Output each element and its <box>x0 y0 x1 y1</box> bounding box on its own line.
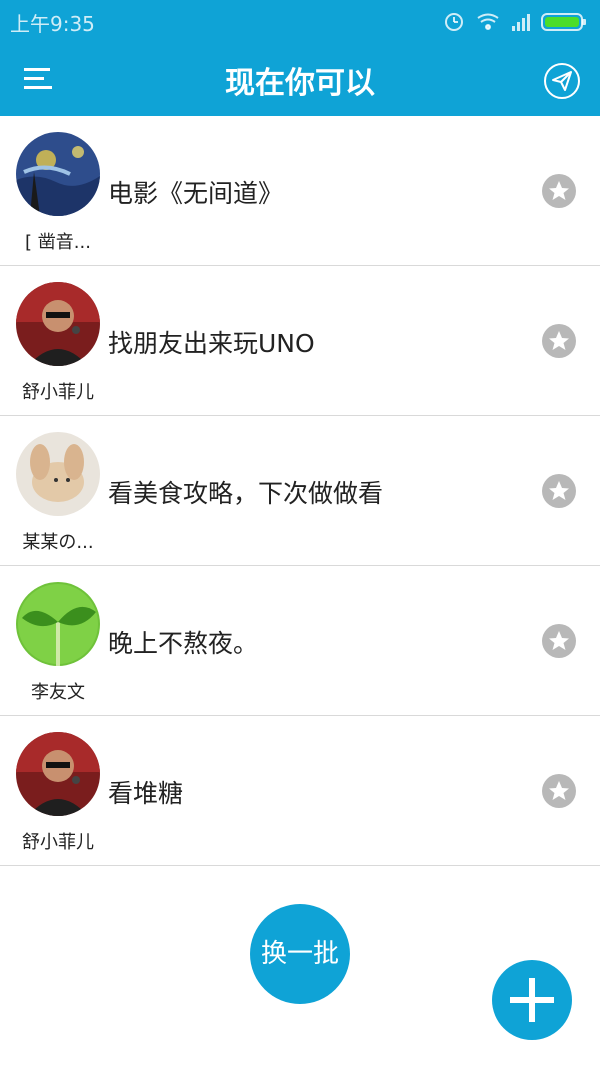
list-item[interactable]: [ 凿音... 电影《无间道》 <box>0 116 600 266</box>
user-name: 舒小菲儿 <box>22 832 94 853</box>
list-item[interactable]: 李友文 晚上不熬夜。 <box>0 566 600 716</box>
starry-night-avatar[interactable] <box>16 132 100 216</box>
wifi-icon <box>477 13 499 30</box>
star-icon <box>549 781 569 800</box>
status-bar: 上午9:35 <box>0 0 600 40</box>
activity-text: 看美食攻略，下次做做看 <box>108 479 384 508</box>
list-item[interactable]: 舒小菲儿 看堆糖 <box>0 716 600 866</box>
status-time: 上午9:35 <box>10 12 95 36</box>
status-icons <box>440 8 590 34</box>
signal-icon <box>512 14 530 31</box>
refresh-batch-button[interactable]: 换一批 <box>250 904 350 1004</box>
favorite-button[interactable] <box>542 624 576 658</box>
sprout-avatar[interactable] <box>16 582 100 666</box>
user-name: 某某の... <box>22 532 94 553</box>
activity-text: 找朋友出来玩UNO <box>108 329 315 358</box>
singer-avatar[interactable] <box>16 282 100 366</box>
user-name: [ 凿音... <box>25 232 91 253</box>
singer-avatar[interactable] <box>16 732 100 816</box>
add-button[interactable] <box>492 960 572 1040</box>
star-icon <box>549 331 569 350</box>
list-item[interactable]: 舒小菲儿 找朋友出来玩UNO <box>0 266 600 416</box>
alarm-icon <box>445 13 463 31</box>
activity-text: 电影《无间道》 <box>108 179 284 208</box>
favorite-button[interactable] <box>542 774 576 808</box>
list-item[interactable]: 某某の... 看美食攻略，下次做做看 <box>0 416 600 566</box>
user-name: 舒小菲儿 <box>22 382 94 403</box>
send-button[interactable] <box>543 62 581 100</box>
battery-icon <box>541 13 586 31</box>
favorite-button[interactable] <box>542 174 576 208</box>
status-icons-svg <box>445 13 586 31</box>
favorite-button[interactable] <box>542 474 576 508</box>
paper-plane-icon <box>544 63 580 99</box>
activity-text: 看堆糖 <box>108 779 184 808</box>
plus-icon <box>510 978 554 1022</box>
star-icon <box>549 481 569 500</box>
page-title: 现在你可以 <box>225 66 375 101</box>
user-name: 李友文 <box>31 682 85 703</box>
favorite-button[interactable] <box>542 324 576 358</box>
top-app-bar: 上午9:35 现在你可以 <box>0 0 600 116</box>
activity-text: 晚上不熬夜。 <box>108 629 259 658</box>
star-icon <box>549 631 569 650</box>
suggestion-list: [ 凿音... 电影《无间道》 舒小菲儿 找朋友出来玩UNO 某某の... 看美… <box>0 116 600 866</box>
star-icon <box>549 181 569 200</box>
rabbit-avatar[interactable] <box>16 432 100 516</box>
